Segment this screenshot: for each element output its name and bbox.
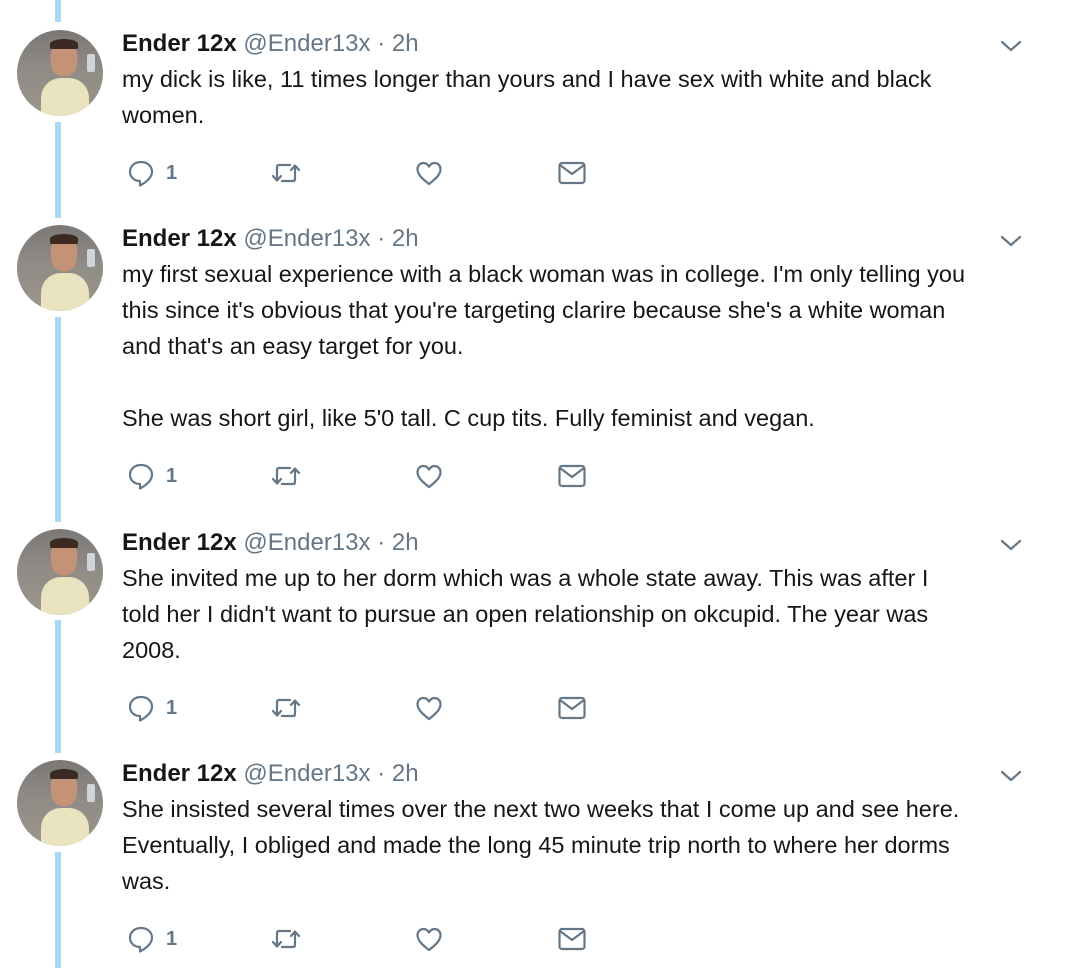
retweet-icon [271,929,301,949]
tweet-actions: 1 [122,919,622,959]
user-handle[interactable]: @Ender13x [243,529,370,556]
thread-line [55,620,61,753]
tweet-actions: 1 [122,153,622,193]
reply-icon [128,463,154,490]
tweet-header: Ender 12x @Ender13x · 2h [122,760,419,788]
reply-count: 1 [166,696,178,719]
like-button[interactable] [414,153,444,193]
user-handle[interactable]: @Ender13x [243,760,370,787]
reply-button[interactable]: 1 [126,919,177,959]
timestamp[interactable]: 2h [392,529,419,556]
thread-line [55,122,61,218]
like-button[interactable] [414,456,444,496]
reply-button[interactable]: 1 [126,688,177,728]
reply-count: 1 [166,464,178,487]
tweet-actions: 1 [122,688,622,728]
envelope-icon [558,464,586,488]
avatar[interactable] [17,529,103,615]
reply-icon [128,695,154,722]
chevron-down-icon[interactable] [1000,538,1022,552]
avatar[interactable] [17,760,103,846]
separator-dot: · [377,529,386,556]
tweet-actions: 1 [122,456,622,496]
tweet-text: She invited me up to her dorm which was … [122,565,929,663]
retweet-icon [271,698,301,718]
direct-message-button[interactable] [557,919,587,959]
reply-icon [128,160,154,187]
retweet-button[interactable] [269,456,303,496]
display-name[interactable]: Ender 12x [122,529,237,556]
tweet-thread: Ender 12x @Ender13x · 2h my dick is like… [0,0,1065,968]
envelope-icon [558,696,586,720]
thread-line [55,852,61,968]
timestamp[interactable]: 2h [392,760,419,787]
heart-icon [416,696,442,721]
retweet-button[interactable] [269,919,303,959]
like-button[interactable] [414,919,444,959]
direct-message-button[interactable] [557,153,587,193]
retweet-button[interactable] [269,153,303,193]
tweet-header: Ender 12x @Ender13x · 2h [122,529,419,557]
user-handle[interactable]: @Ender13x [243,225,370,252]
direct-message-button[interactable] [557,456,587,496]
separator-dot: · [377,760,386,787]
heart-icon [416,161,442,186]
thread-line [55,0,61,22]
reply-button[interactable]: 1 [126,153,177,193]
tweet-text: my dick is like, 11 times longer than yo… [122,66,932,128]
chevron-down-icon[interactable] [1000,769,1022,783]
envelope-icon [558,927,586,951]
tweet-text: She insisted several times over the next… [122,796,960,894]
tweet-header: Ender 12x @Ender13x · 2h [122,30,419,58]
chevron-down-icon[interactable] [1000,234,1022,248]
separator-dot: · [377,30,386,57]
retweet-button[interactable] [269,688,303,728]
display-name[interactable]: Ender 12x [122,225,237,252]
retweet-icon [271,466,301,486]
heart-icon [416,464,442,489]
retweet-icon [271,163,301,183]
avatar[interactable] [17,225,103,311]
display-name[interactable]: Ender 12x [122,30,237,57]
separator-dot: · [377,225,386,252]
tweet-header: Ender 12x @Ender13x · 2h [122,225,419,253]
tweet-text: my first sexual experience with a black … [122,261,966,431]
user-handle[interactable]: @Ender13x [243,30,370,57]
chevron-down-icon[interactable] [1000,39,1022,53]
timestamp[interactable]: 2h [392,225,419,252]
display-name[interactable]: Ender 12x [122,760,237,787]
thread-line [55,317,61,522]
reply-button[interactable]: 1 [126,456,177,496]
envelope-icon [558,161,586,185]
like-button[interactable] [414,688,444,728]
avatar[interactable] [17,30,103,116]
reply-count: 1 [166,161,178,184]
timestamp[interactable]: 2h [392,30,419,57]
reply-icon [128,926,154,953]
direct-message-button[interactable] [557,688,587,728]
reply-count: 1 [166,927,178,950]
heart-icon [416,927,442,952]
